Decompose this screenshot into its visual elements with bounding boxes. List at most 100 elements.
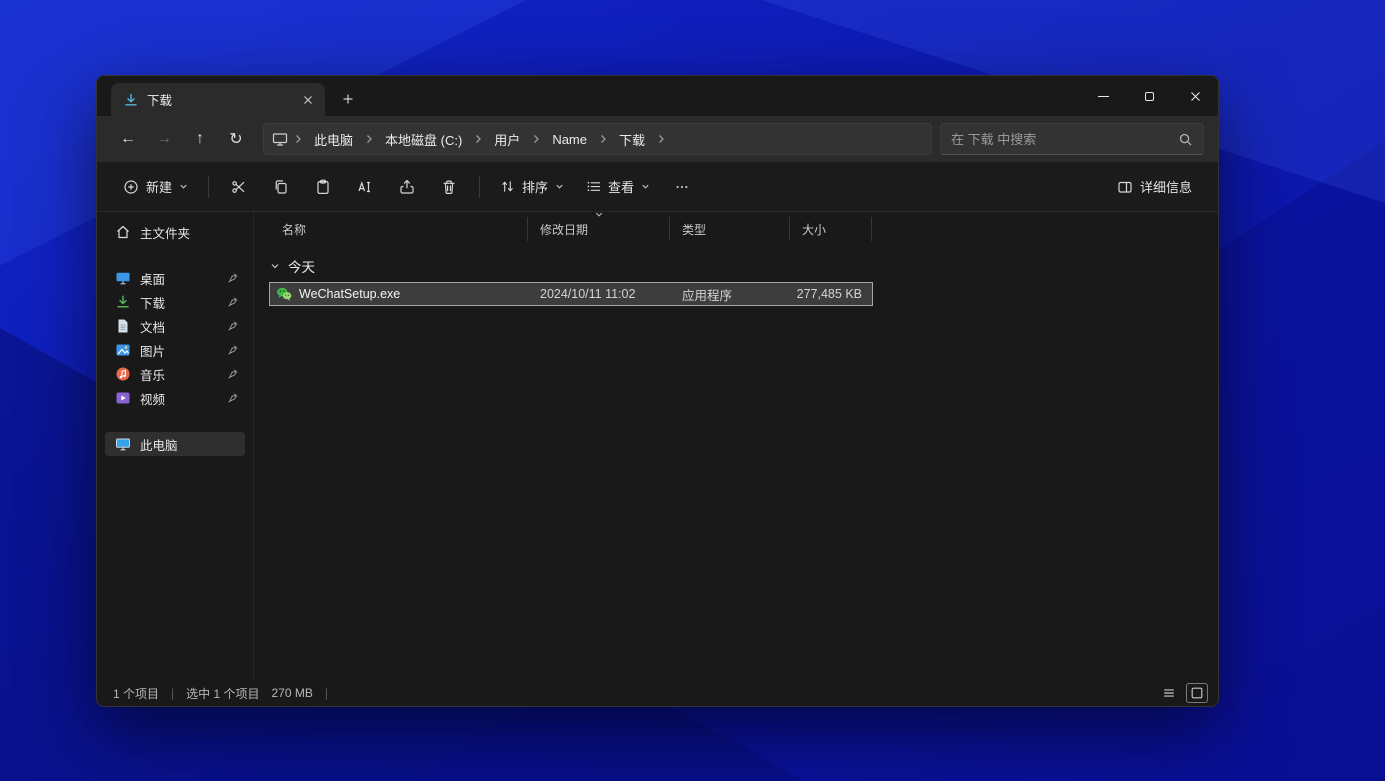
- chevron-right-icon[interactable]: [528, 133, 544, 145]
- new-button[interactable]: 新建: [113, 170, 198, 204]
- breadcrumb-users[interactable]: 用户: [488, 128, 526, 151]
- chevron-down-icon: [555, 182, 564, 191]
- sidebar-item-music[interactable]: 音乐: [105, 362, 245, 386]
- chevron-right-icon[interactable]: [595, 133, 611, 145]
- sidebar-item-label: 下载: [140, 296, 166, 311]
- column-header-name[interactable]: 名称: [270, 217, 528, 241]
- wechat-icon: [276, 286, 292, 302]
- file-explorer-window: 下载 ← → ↑ ↻ 此电脑 本地磁盘 (C:) 用户 Name 下载 在 下载…: [96, 75, 1219, 707]
- chevron-down-icon: [179, 182, 188, 191]
- file-list-area: 名称 修改日期 类型 大小 今天 WeChatSetup.exe 2024/10…: [254, 212, 1218, 680]
- up-button[interactable]: ↑: [183, 123, 217, 155]
- details-pane-button[interactable]: 详细信息: [1107, 170, 1202, 204]
- home-icon: [115, 224, 131, 240]
- status-item-count: 1 个项目: [113, 686, 160, 701]
- breadcrumb-local-disk-c[interactable]: 本地磁盘 (C:): [379, 128, 468, 151]
- toolbar-separator: [479, 175, 481, 198]
- group-header-label: 今天: [288, 260, 315, 275]
- forward-button[interactable]: →: [147, 123, 181, 155]
- sidebar-item-documents[interactable]: 文档: [105, 314, 245, 338]
- chevron-down-icon: [641, 182, 650, 191]
- column-header-modified[interactable]: 修改日期: [528, 212, 670, 241]
- file-modified-date: 2024/10/11 11:02: [540, 287, 636, 301]
- scissors-icon: [232, 180, 245, 193]
- view-button[interactable]: 查看: [576, 170, 660, 204]
- breadcrumb-name[interactable]: Name: [546, 130, 593, 149]
- maximize-button[interactable]: [1126, 76, 1172, 116]
- toolbar-separator: [208, 175, 210, 198]
- downloads-icon: [115, 294, 131, 310]
- this-pc-icon: [272, 131, 288, 147]
- status-divider: |: [324, 686, 328, 700]
- paste-icon: [317, 179, 329, 194]
- sidebar-item-label: 主文件夹: [140, 226, 191, 241]
- sidebar-item-label: 图片: [140, 344, 166, 359]
- cut-button[interactable]: [219, 170, 259, 204]
- navigation-sidebar: 主文件夹 桌面 下载 文档 图片 音乐 视频 此电脑: [97, 212, 254, 680]
- sidebar-item-videos[interactable]: 视频: [105, 386, 245, 410]
- search-icon[interactable]: [1178, 132, 1193, 147]
- sidebar-item-pictures[interactable]: 图片: [105, 338, 245, 362]
- sidebar-item-label: 文档: [140, 320, 166, 335]
- delete-button[interactable]: [429, 170, 469, 204]
- status-divider: |: [171, 686, 175, 700]
- pictures-icon: [115, 342, 131, 358]
- list-view-icon: [1164, 689, 1174, 697]
- pin-icon: [227, 392, 239, 404]
- chevron-right-icon[interactable]: [653, 133, 669, 145]
- search-box[interactable]: [940, 123, 1204, 155]
- sidebar-item-downloads[interactable]: 下载: [105, 290, 245, 314]
- maximize-icon: [1144, 91, 1154, 101]
- copy-button[interactable]: [261, 170, 301, 204]
- close-button[interactable]: [1172, 76, 1218, 116]
- rename-button[interactable]: [345, 170, 385, 204]
- group-header-today[interactable]: 今天: [270, 256, 1218, 276]
- column-header-label: 大小: [802, 222, 827, 237]
- sidebar-item-this-pc[interactable]: 此电脑: [105, 432, 245, 456]
- refresh-button[interactable]: ↻: [219, 123, 253, 155]
- sidebar-item-label: 视频: [140, 392, 166, 407]
- new-tab-button[interactable]: [335, 86, 361, 112]
- pin-icon: [227, 344, 239, 356]
- tab-downloads[interactable]: 下载: [111, 83, 325, 116]
- downloads-tab-icon: [123, 92, 139, 108]
- plus-circle-icon: [123, 179, 139, 195]
- back-button[interactable]: ←: [111, 123, 145, 155]
- view-icon: [586, 179, 601, 194]
- status-selected-size: 270 MB: [271, 686, 313, 700]
- chevron-right-icon: [290, 133, 306, 145]
- copy-icon: [275, 179, 287, 194]
- tab-title: 下载: [147, 94, 173, 108]
- column-header-type[interactable]: 类型: [670, 217, 790, 241]
- sidebar-item-desktop[interactable]: 桌面: [105, 266, 245, 290]
- documents-icon: [115, 318, 131, 334]
- chevron-right-icon[interactable]: [361, 133, 377, 145]
- file-row-wechatsetup[interactable]: WeChatSetup.exe 2024/10/11 11:02 应用程序 27…: [269, 282, 873, 306]
- sort-button[interactable]: 排序: [490, 170, 574, 204]
- breadcrumb-this-pc[interactable]: 此电脑: [308, 128, 359, 151]
- paste-button[interactable]: [303, 170, 343, 204]
- thumbnail-view-toggle[interactable]: [1186, 683, 1208, 703]
- column-header-size[interactable]: 大小: [790, 217, 872, 241]
- tab-close-icon[interactable]: [299, 91, 317, 109]
- search-input[interactable]: [951, 131, 1170, 147]
- new-button-label: 新建: [146, 180, 173, 195]
- breadcrumb-downloads[interactable]: 下载: [613, 128, 651, 151]
- share-button[interactable]: [387, 170, 427, 204]
- chevron-right-icon[interactable]: [470, 133, 486, 145]
- sidebar-item-label: 此电脑: [140, 438, 178, 453]
- pin-icon: [227, 368, 239, 380]
- minimize-button[interactable]: [1080, 76, 1126, 116]
- sort-icon: [500, 179, 515, 194]
- file-name: WeChatSetup.exe: [299, 287, 401, 301]
- sidebar-item-home[interactable]: 主文件夹: [105, 220, 245, 244]
- view-toggles: [1158, 683, 1208, 703]
- address-breadcrumb-bar[interactable]: 此电脑 本地磁盘 (C:) 用户 Name 下载: [263, 123, 932, 155]
- details-view-toggle[interactable]: [1158, 683, 1180, 703]
- details-pane-label: 详细信息: [1139, 180, 1192, 195]
- more-options-button[interactable]: [662, 170, 702, 204]
- sort-direction-icon: [594, 210, 603, 219]
- pin-icon: [227, 320, 239, 332]
